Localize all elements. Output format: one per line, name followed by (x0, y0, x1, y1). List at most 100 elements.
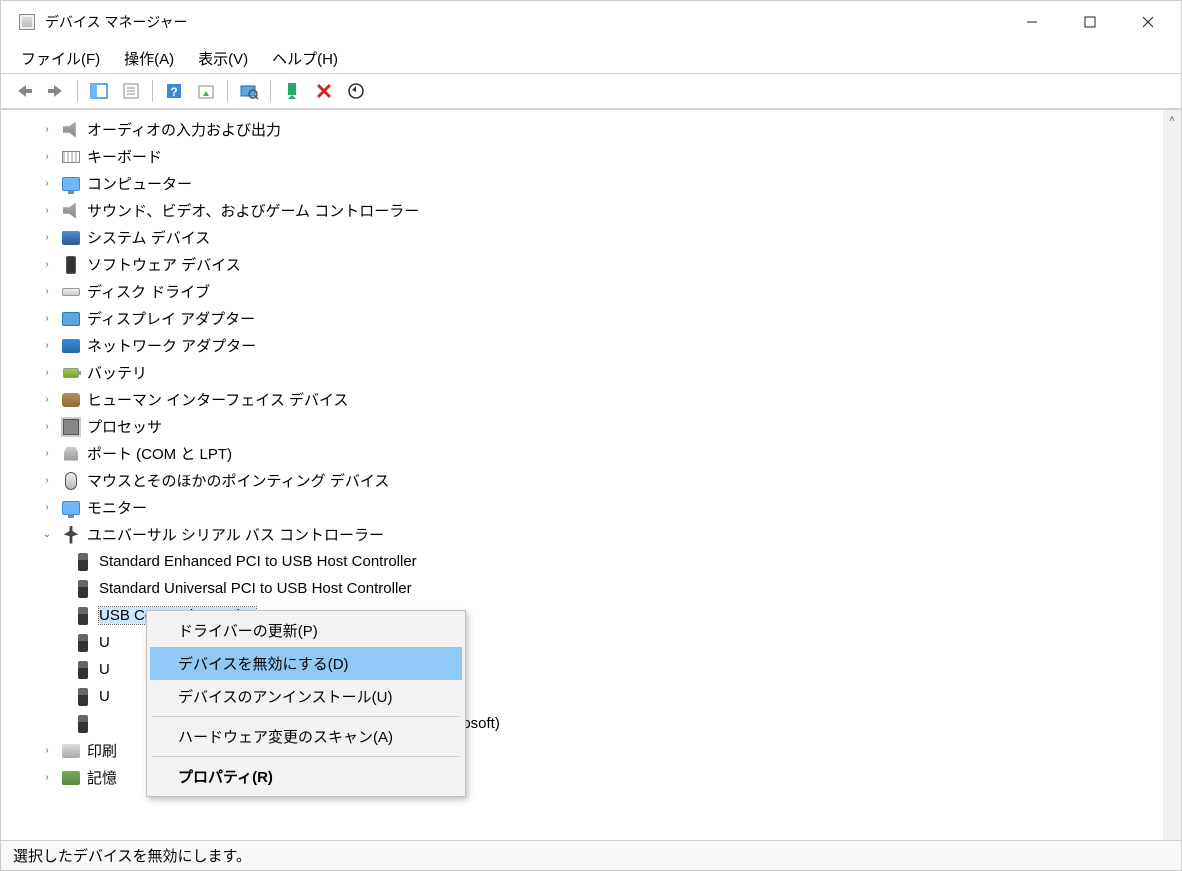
device-tree[interactable]: ›オーディオの入力および出力›キーボード›コンピューター›サウンド、ビデオ、およ… (1, 110, 1163, 840)
context-menu: ドライバーの更新(P) デバイスを無効にする(D) デバイスのアンインストール(… (146, 610, 466, 797)
usb-controller-icon (61, 525, 81, 545)
tree-category-display[interactable]: ›ディスプレイ アダプター (3, 305, 1161, 332)
tree-label: マウスとそのほかのポインティング デバイス (87, 470, 389, 491)
scan-hardware-button[interactable] (234, 77, 264, 105)
tree-category-audio[interactable]: ›オーディオの入力および出力 (3, 116, 1161, 143)
tree-label: サウンド、ビデオ、およびゲーム コントローラー (87, 200, 419, 221)
tree-item[interactable]: Standard Universal PCI to USB Host Contr… (3, 575, 1161, 602)
menu-view[interactable]: 表示(V) (188, 44, 258, 73)
ports-icon (61, 444, 81, 464)
maximize-button[interactable] (1061, 2, 1119, 42)
scroll-up-icon[interactable]: ˄ (1169, 114, 1175, 125)
chevron-right-icon[interactable]: › (39, 365, 55, 381)
ctx-uninstall-device[interactable]: デバイスのアンインストール(U) (150, 680, 462, 713)
menu-help[interactable]: ヘルプ(H) (262, 44, 348, 73)
chevron-right-icon[interactable]: › (39, 392, 55, 408)
keyboard-icon (61, 147, 81, 167)
chevron-right-icon[interactable]: › (39, 419, 55, 435)
minimize-button[interactable] (1003, 2, 1061, 42)
ctx-update-driver[interactable]: ドライバーの更新(P) (150, 614, 462, 647)
chevron-right-icon[interactable]: › (39, 743, 55, 759)
print-icon (61, 741, 81, 761)
tree-label: システム デバイス (87, 227, 210, 248)
tree-category-cpu[interactable]: › プロセッサ (3, 413, 1161, 440)
tree-label: プロセッサ (87, 416, 162, 437)
tree-category-mouse[interactable]: › マウスとそのほかのポインティング デバイス (3, 467, 1161, 494)
menu-file[interactable]: ファイル(F) (11, 44, 110, 73)
tree-category-network[interactable]: › ネットワーク アダプター (3, 332, 1161, 359)
tree-label: U (99, 661, 110, 678)
ctx-properties[interactable]: プロパティ(R) (150, 760, 462, 793)
ctx-scan-hardware[interactable]: ハードウェア変更のスキャン(A) (150, 720, 462, 753)
audio-icon (61, 120, 81, 140)
chevron-right-icon[interactable]: › (39, 446, 55, 462)
tree-label: 印刷 (87, 740, 117, 761)
tree-label: ネットワーク アダプター (87, 335, 256, 356)
software-icon (61, 255, 81, 275)
system-icon (61, 228, 81, 248)
usb-device-icon (73, 714, 93, 734)
chevron-right-icon[interactable]: › (39, 284, 55, 300)
tree-category-keyboard[interactable]: › キーボード (3, 143, 1161, 170)
usb-device-icon (73, 633, 93, 653)
monitor-icon (61, 498, 81, 518)
chevron-right-icon[interactable]: › (39, 473, 55, 489)
battery-icon (61, 363, 81, 383)
show-hide-console-button[interactable] (84, 77, 114, 105)
tree-label: ユニバーサル シリアル バス コントローラー (87, 524, 384, 545)
sound-icon (61, 201, 81, 221)
tree-category-software[interactable]: › ソフトウェア デバイス (3, 251, 1161, 278)
display-icon (61, 309, 81, 329)
tree-category-hid[interactable]: ›ヒューマン インターフェイス デバイス (3, 386, 1161, 413)
chevron-right-icon[interactable]: › (39, 176, 55, 192)
back-button[interactable] (9, 77, 39, 105)
tree-category-usb[interactable]: ⌄ ユニバーサル シリアル バス コントローラー (3, 521, 1161, 548)
statusbar: 選択したデバイスを無効にします。 (1, 840, 1181, 870)
chevron-right-icon[interactable]: › (39, 122, 55, 138)
window-title: デバイス マネージャー (45, 12, 1003, 32)
svg-text:?: ? (170, 85, 177, 99)
close-button[interactable] (1119, 2, 1177, 42)
tree-label: キーボード (87, 146, 162, 167)
tree-category-battery[interactable]: ›バッテリ (3, 359, 1161, 386)
uninstall-button[interactable] (309, 77, 339, 105)
action-button[interactable] (191, 77, 221, 105)
update-driver-button[interactable] (341, 77, 371, 105)
chevron-right-icon[interactable]: › (39, 770, 55, 786)
tree-item[interactable]: Standard Enhanced PCI to USB Host Contro… (3, 548, 1161, 575)
tree-label: ソフトウェア デバイス (87, 254, 241, 275)
chevron-right-icon[interactable]: › (39, 257, 55, 273)
menu-action[interactable]: 操作(A) (114, 44, 184, 73)
chevron-right-icon[interactable]: › (39, 230, 55, 246)
chevron-right-icon[interactable]: › (39, 338, 55, 354)
ctx-disable-device[interactable]: デバイスを無効にする(D) (150, 647, 462, 680)
vertical-scrollbar[interactable]: ˄ (1163, 110, 1181, 840)
status-text: 選択したデバイスを無効にします。 (13, 845, 251, 866)
forward-button[interactable] (41, 77, 71, 105)
usb-device-icon (73, 687, 93, 707)
tree-category-disk[interactable]: ›ディスク ドライブ (3, 278, 1161, 305)
tree-label: Standard Universal PCI to USB Host Contr… (99, 580, 412, 597)
chevron-right-icon[interactable]: › (39, 203, 55, 219)
titlebar: デバイス マネージャー (1, 1, 1181, 43)
tree-category-sound[interactable]: › サウンド、ビデオ、およびゲーム コントローラー (3, 197, 1161, 224)
chevron-right-icon[interactable]: › (39, 149, 55, 165)
properties-button[interactable] (116, 77, 146, 105)
tree-category-computer[interactable]: ›コンピューター (3, 170, 1161, 197)
usb-device-icon (73, 552, 93, 572)
computer-icon (61, 174, 81, 194)
help-button[interactable]: ? (159, 77, 189, 105)
tree-category-monitor[interactable]: ›モニター (3, 494, 1161, 521)
app-icon (17, 12, 37, 32)
tree-label: 記憶 (87, 767, 117, 788)
chevron-right-icon[interactable]: › (39, 311, 55, 327)
toolbar: ? (1, 73, 1181, 109)
enable-button[interactable] (277, 77, 307, 105)
chevron-right-icon[interactable]: › (39, 500, 55, 516)
chevron-down-icon[interactable]: ⌄ (39, 527, 55, 543)
cpu-icon (61, 417, 81, 437)
tree-category-system[interactable]: › システム デバイス (3, 224, 1161, 251)
disk-icon (61, 282, 81, 302)
tree-label: Standard Enhanced PCI to USB Host Contro… (99, 553, 417, 570)
tree-category-ports[interactable]: ›ポート (COM と LPT) (3, 440, 1161, 467)
